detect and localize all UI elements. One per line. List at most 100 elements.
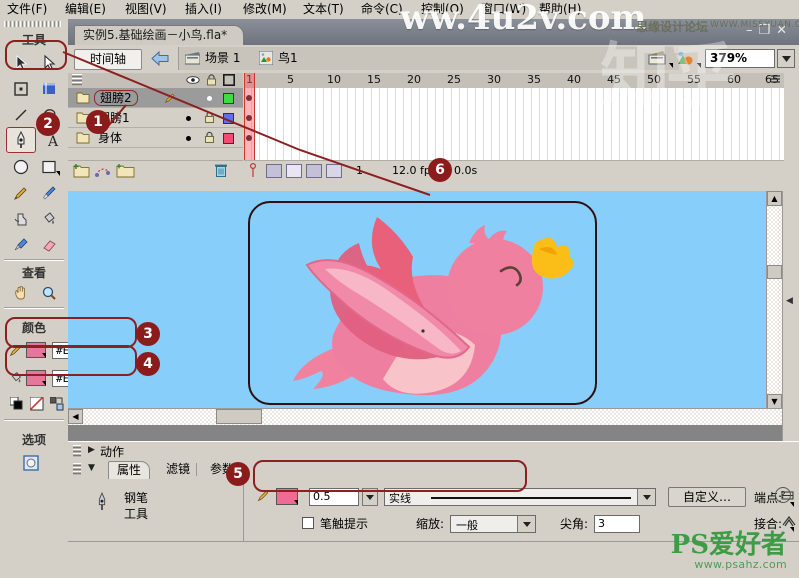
zoom-dropdown-button[interactable] bbox=[777, 49, 795, 68]
chevron-down-icon[interactable]: ▼ bbox=[88, 463, 95, 473]
chevron-right-icon[interactable]: ▶ bbox=[88, 445, 95, 455]
layer-visibility-dot[interactable] bbox=[186, 116, 191, 121]
miter-field[interactable]: 3 bbox=[594, 515, 640, 533]
stage-scroll-up-button[interactable]: ▲ bbox=[767, 191, 782, 206]
add-motion-guide-button[interactable] bbox=[94, 163, 111, 181]
edit-scene-icon[interactable] bbox=[648, 50, 667, 70]
stage-vertical-scroll-thumb[interactable] bbox=[767, 265, 782, 279]
timeline-ruler[interactable]: 1 5 10 15 20 25 30 35 40 45 50 55 60 65 bbox=[244, 73, 784, 89]
layer-outline-color[interactable] bbox=[223, 113, 234, 124]
layer-outline-color[interactable] bbox=[223, 93, 234, 104]
menu-item-text[interactable]: 文本(T) bbox=[300, 1, 347, 17]
stroke-style-combo[interactable]: 实线 bbox=[384, 488, 656, 506]
subselection-tool[interactable] bbox=[36, 51, 62, 75]
lock-icon[interactable] bbox=[204, 131, 215, 147]
modify-onion-markers-button[interactable] bbox=[326, 164, 342, 178]
menu-item-modify[interactable]: 修改(M) bbox=[240, 1, 290, 17]
layer-outline-color[interactable] bbox=[223, 133, 234, 144]
custom-stroke-button[interactable]: 自定义… bbox=[668, 487, 746, 507]
fill-transform-tool[interactable] bbox=[36, 77, 62, 101]
eraser-tool[interactable] bbox=[36, 233, 62, 257]
timeline-panel-tab[interactable]: 时间轴 bbox=[74, 49, 142, 70]
scale-dropdown-button[interactable] bbox=[517, 516, 535, 532]
edit-symbol-chevron-down-icon[interactable] bbox=[697, 63, 701, 68]
actions-panel-header[interactable]: ▶ 动作 bbox=[68, 441, 799, 461]
free-transform-tool[interactable] bbox=[8, 77, 34, 101]
cap-style-chevron-down-icon[interactable] bbox=[790, 502, 794, 507]
actions-grip[interactable] bbox=[73, 445, 81, 457]
stroke-color-chevron-down-icon[interactable] bbox=[42, 353, 46, 358]
lock-icon[interactable] bbox=[206, 74, 217, 89]
paint-bucket-tool[interactable] bbox=[36, 207, 62, 231]
menu-item-view[interactable]: 视图(V) bbox=[122, 1, 170, 17]
option-smooth-icon[interactable] bbox=[18, 451, 44, 475]
frames-grid[interactable] bbox=[244, 88, 784, 160]
maximize-button[interactable]: ❐ bbox=[758, 23, 776, 38]
stroke-width-field[interactable]: 0.5 bbox=[309, 488, 359, 506]
bird-artwork[interactable] bbox=[273, 213, 573, 398]
edit-multiple-frames-button[interactable] bbox=[306, 164, 322, 178]
edit-symbol-icon[interactable] bbox=[676, 50, 695, 70]
onion-skin-outline-button[interactable] bbox=[286, 164, 302, 178]
swap-colors-icon[interactable] bbox=[49, 396, 64, 414]
delete-layer-button[interactable] bbox=[214, 163, 228, 181]
default-colors-icon[interactable] bbox=[9, 396, 24, 414]
panel-collapse-strip[interactable]: ◀ bbox=[782, 191, 799, 441]
tab-properties[interactable]: 属性 bbox=[108, 461, 151, 480]
brush-tool[interactable] bbox=[36, 181, 62, 205]
scale-combo[interactable]: 一般 bbox=[450, 515, 536, 533]
hand-tool[interactable] bbox=[8, 281, 34, 305]
eyedropper-tool[interactable] bbox=[8, 233, 34, 257]
layer-row[interactable]: 翅膀2 bbox=[68, 88, 243, 108]
layer-visibility-dot[interactable] bbox=[186, 136, 191, 141]
menu-item-edit[interactable]: 编辑(E) bbox=[62, 1, 109, 17]
pen-tool[interactable] bbox=[6, 127, 36, 153]
outline-icon[interactable] bbox=[222, 73, 236, 89]
menu-item-file[interactable]: 文件(F) bbox=[4, 1, 50, 17]
stroke-style-dropdown-button[interactable] bbox=[637, 489, 655, 505]
rectangle-tool-chevron-down-icon[interactable] bbox=[56, 171, 60, 176]
stage-vertical-scrollbar[interactable]: ▲ ▼ bbox=[766, 191, 783, 425]
stage-horizontal-scroll-thumb[interactable] bbox=[216, 409, 262, 424]
no-color-icon[interactable] bbox=[29, 396, 44, 414]
stroke-width-dropdown-button[interactable] bbox=[362, 488, 378, 506]
properties-grip[interactable] bbox=[73, 463, 81, 475]
oval-tool[interactable] bbox=[8, 155, 34, 179]
eye-icon[interactable] bbox=[186, 74, 200, 89]
edit-scene-chevron-down-icon[interactable] bbox=[669, 63, 673, 68]
stage-scroll-down-button[interactable]: ▼ bbox=[767, 394, 782, 409]
timeline-grip[interactable] bbox=[72, 74, 82, 86]
layer-lock-dot[interactable] bbox=[207, 96, 212, 101]
menu-item-control[interactable]: 控制(O) bbox=[418, 1, 467, 17]
menu-item-window[interactable]: 窗口(W) bbox=[478, 1, 529, 17]
line-tool[interactable] bbox=[8, 103, 34, 127]
breadcrumb-symbol-label[interactable]: 鸟1 bbox=[278, 50, 298, 67]
help-icon[interactable]: ? bbox=[775, 487, 791, 503]
timeline-menu-icon[interactable] bbox=[770, 74, 782, 89]
stage-horizontal-scrollbar[interactable]: ◀ bbox=[68, 408, 783, 425]
panel-grip[interactable] bbox=[4, 21, 62, 27]
stroke-hinting-checkbox[interactable] bbox=[302, 517, 314, 529]
zoom-tool[interactable] bbox=[36, 281, 62, 305]
lock-icon[interactable] bbox=[204, 111, 215, 127]
tab-filters[interactable]: 滤镜 bbox=[158, 461, 198, 479]
breadcrumb-scene-label[interactable]: 场景 1 bbox=[205, 50, 240, 67]
ink-bottle-tool[interactable] bbox=[8, 207, 34, 231]
stage-scroll-left-button[interactable]: ◀ bbox=[68, 409, 83, 424]
document-tab[interactable]: 实例5.基础绘画－小鸟.fla* bbox=[74, 25, 245, 46]
minimize-button[interactable]: – bbox=[746, 23, 759, 38]
menu-item-insert[interactable]: 插入(I) bbox=[182, 1, 225, 17]
fill-color-chevron-down-icon[interactable] bbox=[42, 381, 46, 386]
back-arrow-icon[interactable] bbox=[150, 50, 170, 67]
join-style-chevron-down-icon[interactable] bbox=[790, 527, 794, 532]
insert-layer-folder-button[interactable] bbox=[116, 163, 135, 181]
pencil-tool[interactable] bbox=[8, 181, 34, 205]
menu-item-help[interactable]: 帮助(H) bbox=[536, 1, 584, 17]
stage[interactable]: ▲ ▼ ◀ bbox=[68, 191, 783, 425]
panel-collapse-chevron-icon[interactable]: ◀ bbox=[786, 296, 793, 306]
zoom-level-field[interactable]: 379% bbox=[705, 49, 775, 68]
onion-skin-button[interactable] bbox=[266, 164, 282, 178]
stroke-color-properties-chevron-down-icon[interactable] bbox=[294, 500, 298, 505]
layer-name[interactable]: 翅膀2 bbox=[94, 90, 138, 106]
onion-skin-marker-icon[interactable] bbox=[248, 162, 258, 181]
